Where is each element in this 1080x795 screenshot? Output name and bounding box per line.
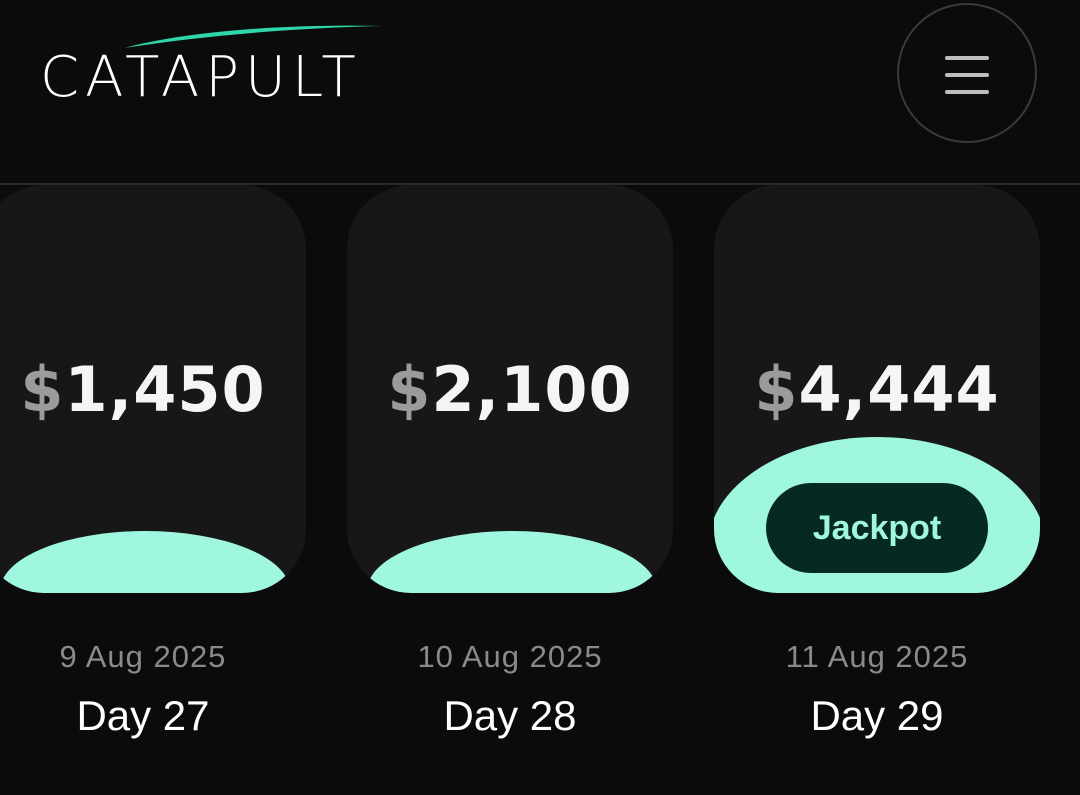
card-date: 9 Aug 2025 — [59, 639, 227, 674]
card-date: 10 Aug 2025 — [417, 639, 603, 674]
card-date: 11 Aug 2025 — [785, 639, 969, 674]
card-mint-base — [367, 531, 657, 593]
card-mint-base — [0, 531, 290, 593]
currency-symbol: $ — [387, 353, 432, 426]
prize-card-column: $4,444 Jackpot 11 Aug 2025 Day 29 — [714, 185, 1040, 745]
prize-card-jackpot[interactable]: $4,444 Jackpot — [714, 185, 1040, 593]
logo-wordmark: CATAPULT — [40, 45, 362, 110]
amount-value: 1,450 — [64, 353, 266, 426]
card-day: Day 27 — [76, 692, 210, 739]
amount-value: 4,444 — [798, 353, 1000, 426]
prize-card-column: $1,450 9 Aug 2025 Day 27 — [0, 185, 306, 745]
catapult-logo[interactable]: CATAPULT — [40, 22, 410, 110]
card-day: Day 28 — [443, 692, 577, 739]
prize-card-column: $2,100 10 Aug 2025 Day 28 — [347, 185, 673, 745]
jackpot-button[interactable]: Jackpot — [766, 483, 988, 573]
currency-symbol: $ — [20, 353, 65, 426]
card-day: Day 29 — [810, 692, 944, 739]
prize-amount: $4,444 — [714, 350, 1040, 430]
prize-amount: $1,450 — [0, 350, 306, 430]
app-header: CATAPULT — [0, 0, 1080, 185]
prize-amount: $2,100 — [347, 350, 673, 430]
hamburger-menu-icon — [945, 56, 989, 94]
currency-symbol: $ — [754, 353, 799, 426]
amount-value: 2,100 — [431, 353, 633, 426]
prize-card[interactable]: $2,100 — [347, 185, 673, 593]
menu-button[interactable] — [897, 3, 1037, 143]
prize-card[interactable]: $1,450 — [0, 185, 306, 593]
